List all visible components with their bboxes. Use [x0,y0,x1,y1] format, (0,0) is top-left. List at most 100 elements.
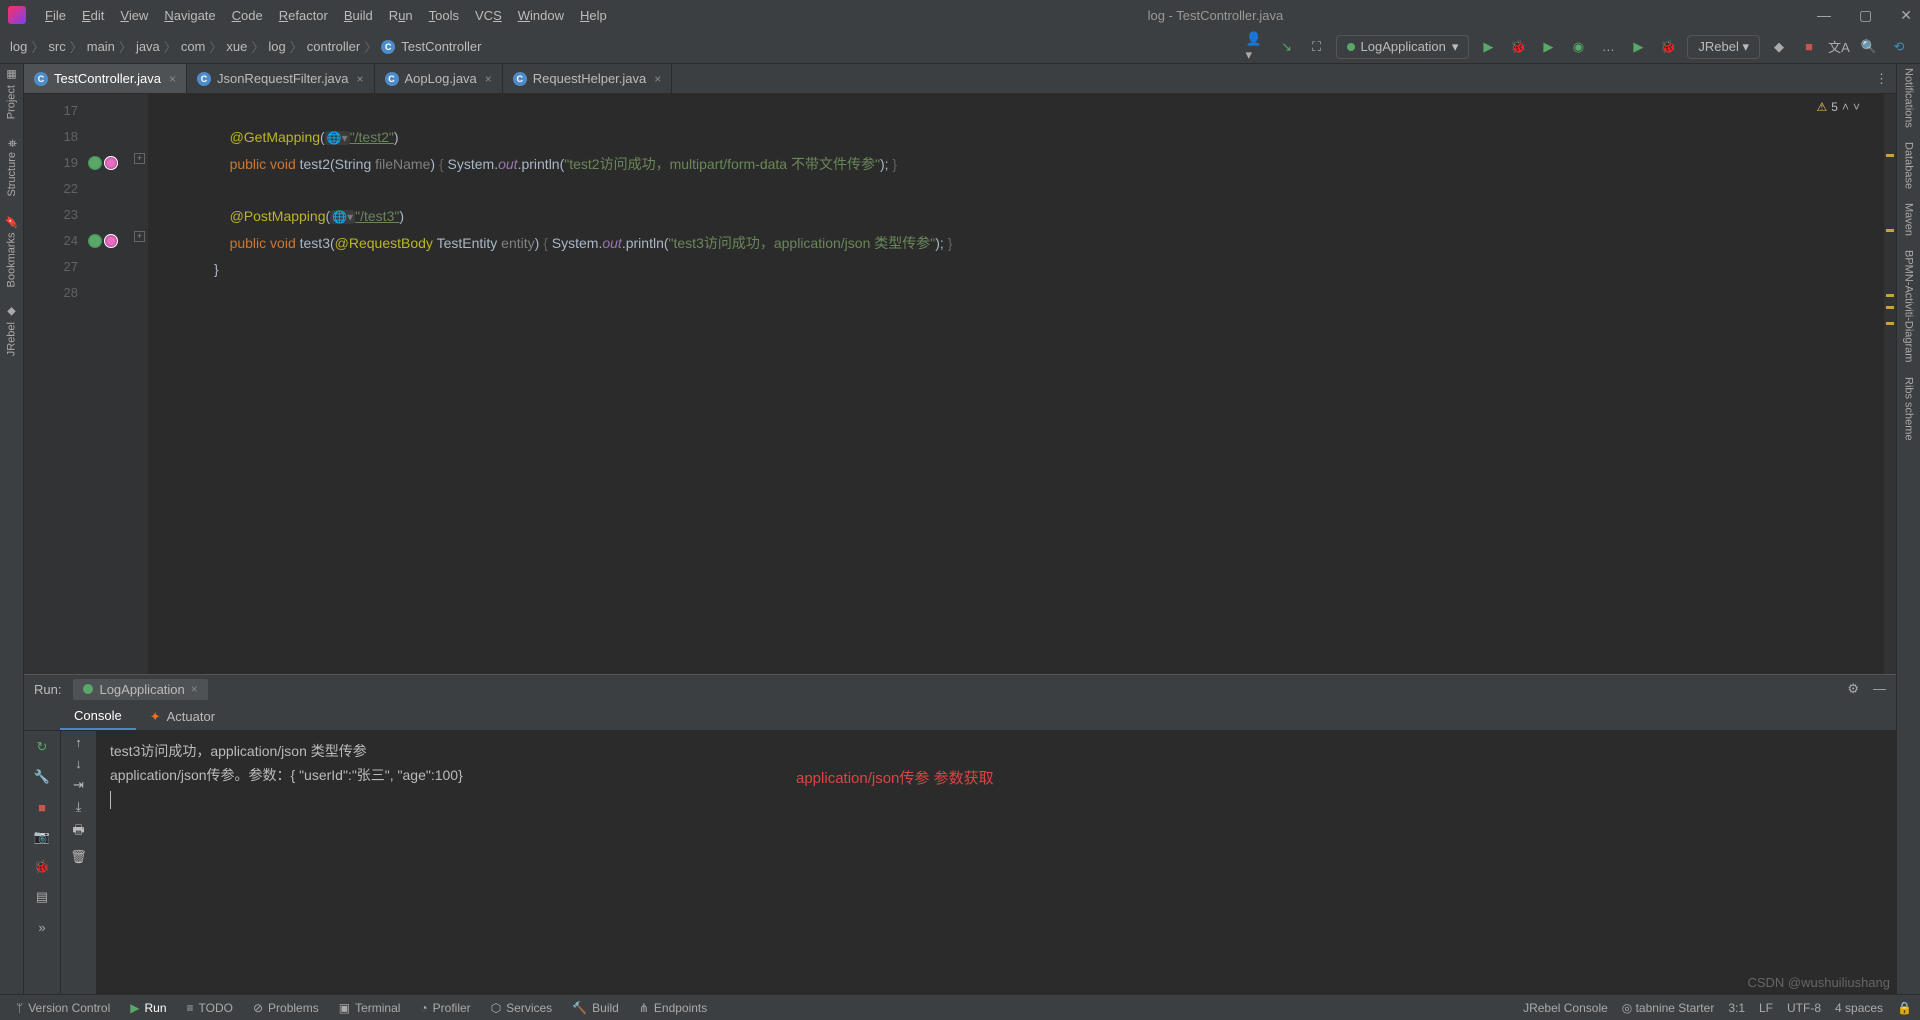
run-gutter-icon[interactable] [88,234,102,248]
jr-icon[interactable]: ◆ [1768,36,1790,58]
jr-debug-icon[interactable]: 🐞 [1657,36,1679,58]
tool-bpmn[interactable]: BPMN-Activiti-Diagram [1903,250,1915,362]
crumb[interactable]: src [48,39,65,54]
wrap-icon[interactable]: ⇥ [73,777,84,793]
stop-icon[interactable]: ■ [1798,36,1820,58]
up-icon[interactable]: ↑ [75,735,82,750]
tool-structure[interactable]: Structure⛯ [6,137,18,197]
crumb[interactable]: log [10,39,27,54]
wrench-icon[interactable]: 🔧 [30,765,54,789]
crumb[interactable]: main [87,39,115,54]
status-indent[interactable]: 4 spaces [1835,1001,1883,1015]
console-output[interactable]: test3访问成功，application/json 类型传参 applicat… [96,731,1896,994]
expand-icon[interactable]: » [30,915,54,939]
gear-icon[interactable]: ⚙ [1847,681,1859,697]
tool-database[interactable]: Database [1903,142,1915,189]
status-problems[interactable]: ⊘Problems [245,998,327,1018]
chevron-up-icon[interactable]: ˄ [1842,100,1849,114]
status-endpoints[interactable]: ⋔Endpoints [631,998,715,1018]
fold-icon[interactable]: + [134,231,145,242]
build-icon[interactable]: ⛶ [1306,36,1328,58]
jrebel-dropdown[interactable]: JRebel ▾ [1687,35,1760,59]
menu-window[interactable]: Window [511,5,571,26]
menu-refactor[interactable]: Refactor [272,5,335,26]
tab-requesthelper[interactable]: C RequestHelper.java × [503,64,672,93]
user-dropdown-icon[interactable]: 👤▾ [1246,36,1268,58]
debug-icon[interactable]: 🐞 [1507,36,1529,58]
jr-run-icon[interactable]: ▶ [1627,36,1649,58]
status-profiler[interactable]: ◔Profiler [412,998,478,1018]
run-icon[interactable]: ▶ [1477,36,1499,58]
status-lf[interactable]: LF [1759,1001,1773,1015]
endpoint-gutter-icon[interactable] [104,234,118,248]
status-run[interactable]: ▶Run [122,998,174,1018]
status-lock-icon[interactable]: 🔒 [1897,1001,1912,1015]
crumb[interactable]: controller [307,39,360,54]
crumb[interactable]: log [268,39,285,54]
debug-rerun-icon[interactable]: 🐞 [30,855,54,879]
crumb[interactable]: xue [226,39,247,54]
trash-icon[interactable]: 🗑 [70,849,87,865]
menu-edit[interactable]: Edit [75,5,111,26]
scroll-icon[interactable]: ⤓ [76,799,82,815]
menu-build[interactable]: Build [337,5,380,26]
close-icon[interactable]: × [191,682,198,696]
camera-icon[interactable]: 📷 [30,825,54,849]
code-editor[interactable]: 17 18 19 22 23 24 27 28 + + @GetMappi [24,94,1896,674]
menu-code[interactable]: Code [225,5,270,26]
tool-ribs[interactable]: Ribs scheme [1903,377,1915,441]
run-gutter-icon[interactable] [88,156,102,170]
status-encoding[interactable]: UTF-8 [1787,1001,1821,1015]
fold-icon[interactable]: + [134,153,145,164]
status-vcs[interactable]: ᛘVersion Control [8,998,118,1018]
coverage-icon[interactable]: ▶ [1537,36,1559,58]
menu-navigate[interactable]: Navigate [157,5,222,26]
tab-jsonrequestfilter[interactable]: C JsonRequestFilter.java × [187,64,375,93]
run-panel-config[interactable]: LogApplication × [73,679,207,700]
minimize-icon[interactable]: — [1817,7,1831,24]
attach-icon[interactable]: … [1597,36,1619,58]
run-config-select[interactable]: LogApplication ▾ [1336,35,1470,59]
status-build[interactable]: 🔨Build [564,998,627,1018]
status-terminal[interactable]: ▣Terminal [331,998,409,1018]
menu-file[interactable]: File [38,5,73,26]
minimize-icon[interactable]: — [1873,681,1886,697]
endpoint-gutter-icon[interactable] [104,156,118,170]
error-stripe[interactable] [1884,94,1896,674]
run-tab-actuator[interactable]: ✦Actuator [136,703,229,730]
status-tabnine[interactable]: ◎ tabnine Starter [1622,1001,1715,1015]
menu-vcs[interactable]: VCS [468,5,509,26]
crumb[interactable]: TestController [401,39,481,54]
menu-help[interactable]: Help [573,5,614,26]
profile-icon[interactable]: ◉ [1567,36,1589,58]
status-todo[interactable]: ≡TODO [179,998,241,1018]
status-services[interactable]: ⬡Services [483,998,561,1018]
tool-maven[interactable]: Maven [1903,203,1915,236]
run-tab-console[interactable]: Console [60,703,136,730]
tool-notifications[interactable]: Notifications [1903,68,1915,128]
translate-icon[interactable]: 文A [1828,36,1850,58]
menu-tools[interactable]: Tools [422,5,466,26]
close-tab-icon[interactable]: × [485,72,492,86]
inspection-badge[interactable]: ⚠ 5 ˄ ˅ [1817,100,1860,114]
close-tab-icon[interactable]: × [356,72,363,86]
stop-icon[interactable]: ■ [30,795,54,819]
print-icon[interactable]: 🖶 [72,821,84,843]
crumb[interactable]: com [181,39,206,54]
rerun-icon[interactable]: ↻ [30,735,54,759]
layout-icon[interactable]: ▤ [30,885,54,909]
status-pos[interactable]: 3:1 [1728,1001,1745,1015]
hammer-icon[interactable]: ↘ [1276,36,1298,58]
tab-aoplog[interactable]: C AopLog.java × [375,64,503,93]
sync-icon[interactable]: ⟲ [1888,36,1910,58]
status-jrebel-console[interactable]: JRebel Console [1523,1001,1608,1015]
close-icon[interactable]: ✕ [1900,7,1912,24]
search-icon[interactable]: 🔍 [1858,36,1880,58]
code-content[interactable]: @GetMapping(🌐▾"/test2") public void test… [84,94,1896,674]
menu-view[interactable]: View [113,5,155,26]
tool-jrebel[interactable]: JRebel◆ [5,305,18,356]
down-icon[interactable]: ↓ [75,756,82,771]
tab-testcontroller[interactable]: C TestController.java × [24,64,187,93]
maximize-icon[interactable]: ▢ [1859,7,1872,24]
tool-project[interactable]: Project▦ [5,68,18,119]
